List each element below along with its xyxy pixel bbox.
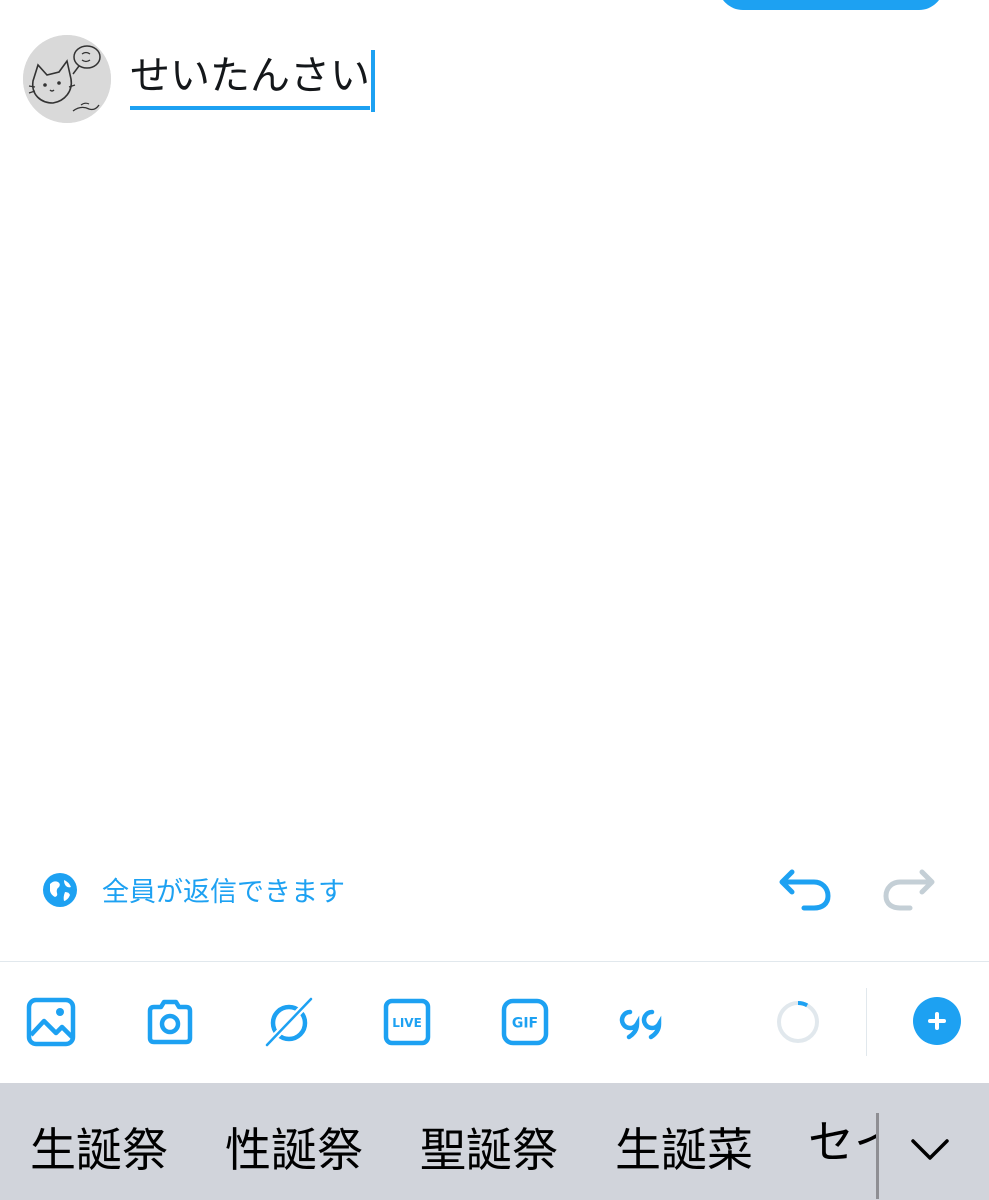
compose-screen: せいたんさい 全員が返信できます LIVE GIF 生誕祭 性誕祭 聖誕祭 生誕… <box>0 0 989 1200</box>
live-icon: LIVE <box>383 998 431 1046</box>
suggestion-4[interactable]: 生誕菜 <box>615 1120 753 1180</box>
expand-suggestions-button[interactable] <box>905 1125 955 1175</box>
redo-button[interactable] <box>880 862 936 914</box>
tweet-button[interactable] <box>718 0 944 10</box>
gif-button[interactable]: GIF <box>500 997 550 1047</box>
chevron-down-icon <box>911 1139 949 1160</box>
suggestion-2[interactable]: 性誕祭 <box>225 1120 363 1180</box>
suggestion-separator <box>876 1113 879 1199</box>
reply-setting-button[interactable]: 全員が返信できます <box>42 870 345 909</box>
add-thread-button[interactable] <box>913 997 961 1045</box>
reply-setting-label: 全員が返信できます <box>102 877 345 908</box>
tweet-text-area[interactable]: せいたんさい <box>130 48 375 112</box>
fleet-button[interactable] <box>264 997 314 1047</box>
suggestion-1[interactable]: 生誕祭 <box>30 1120 168 1180</box>
toolbar-divider <box>0 961 989 962</box>
progress-ring-icon <box>777 1001 819 1043</box>
globe-icon <box>43 872 77 907</box>
redo-icon <box>883 869 935 911</box>
svg-text:GIF: GIF <box>512 1016 538 1032</box>
camera-button[interactable] <box>145 997 195 1047</box>
character-counter <box>773 997 823 1047</box>
add-image-button[interactable] <box>26 997 76 1047</box>
tweet-text[interactable]: せいたんさい <box>130 48 370 110</box>
undo-button[interactable] <box>778 862 834 914</box>
avatar[interactable] <box>23 35 111 123</box>
suggestion-3[interactable]: 聖誕祭 <box>420 1120 558 1180</box>
fleet-icon <box>264 997 314 1047</box>
camera-icon <box>147 999 193 1045</box>
image-icon <box>26 997 76 1047</box>
toolbar-separator <box>866 988 867 1056</box>
cat-avatar-illustration <box>23 35 111 123</box>
suggestion-5-clip: セイ <box>808 1112 876 1192</box>
quote-icon <box>619 1009 662 1040</box>
live-button[interactable]: LIVE <box>382 997 432 1047</box>
svg-text:LIVE: LIVE <box>392 1016 422 1030</box>
suggestion-5[interactable]: セイ <box>808 1115 876 1169</box>
undo-icon <box>779 869 831 911</box>
quote-button[interactable] <box>618 997 668 1047</box>
text-caret <box>371 50 375 112</box>
gif-icon: GIF <box>501 998 549 1046</box>
